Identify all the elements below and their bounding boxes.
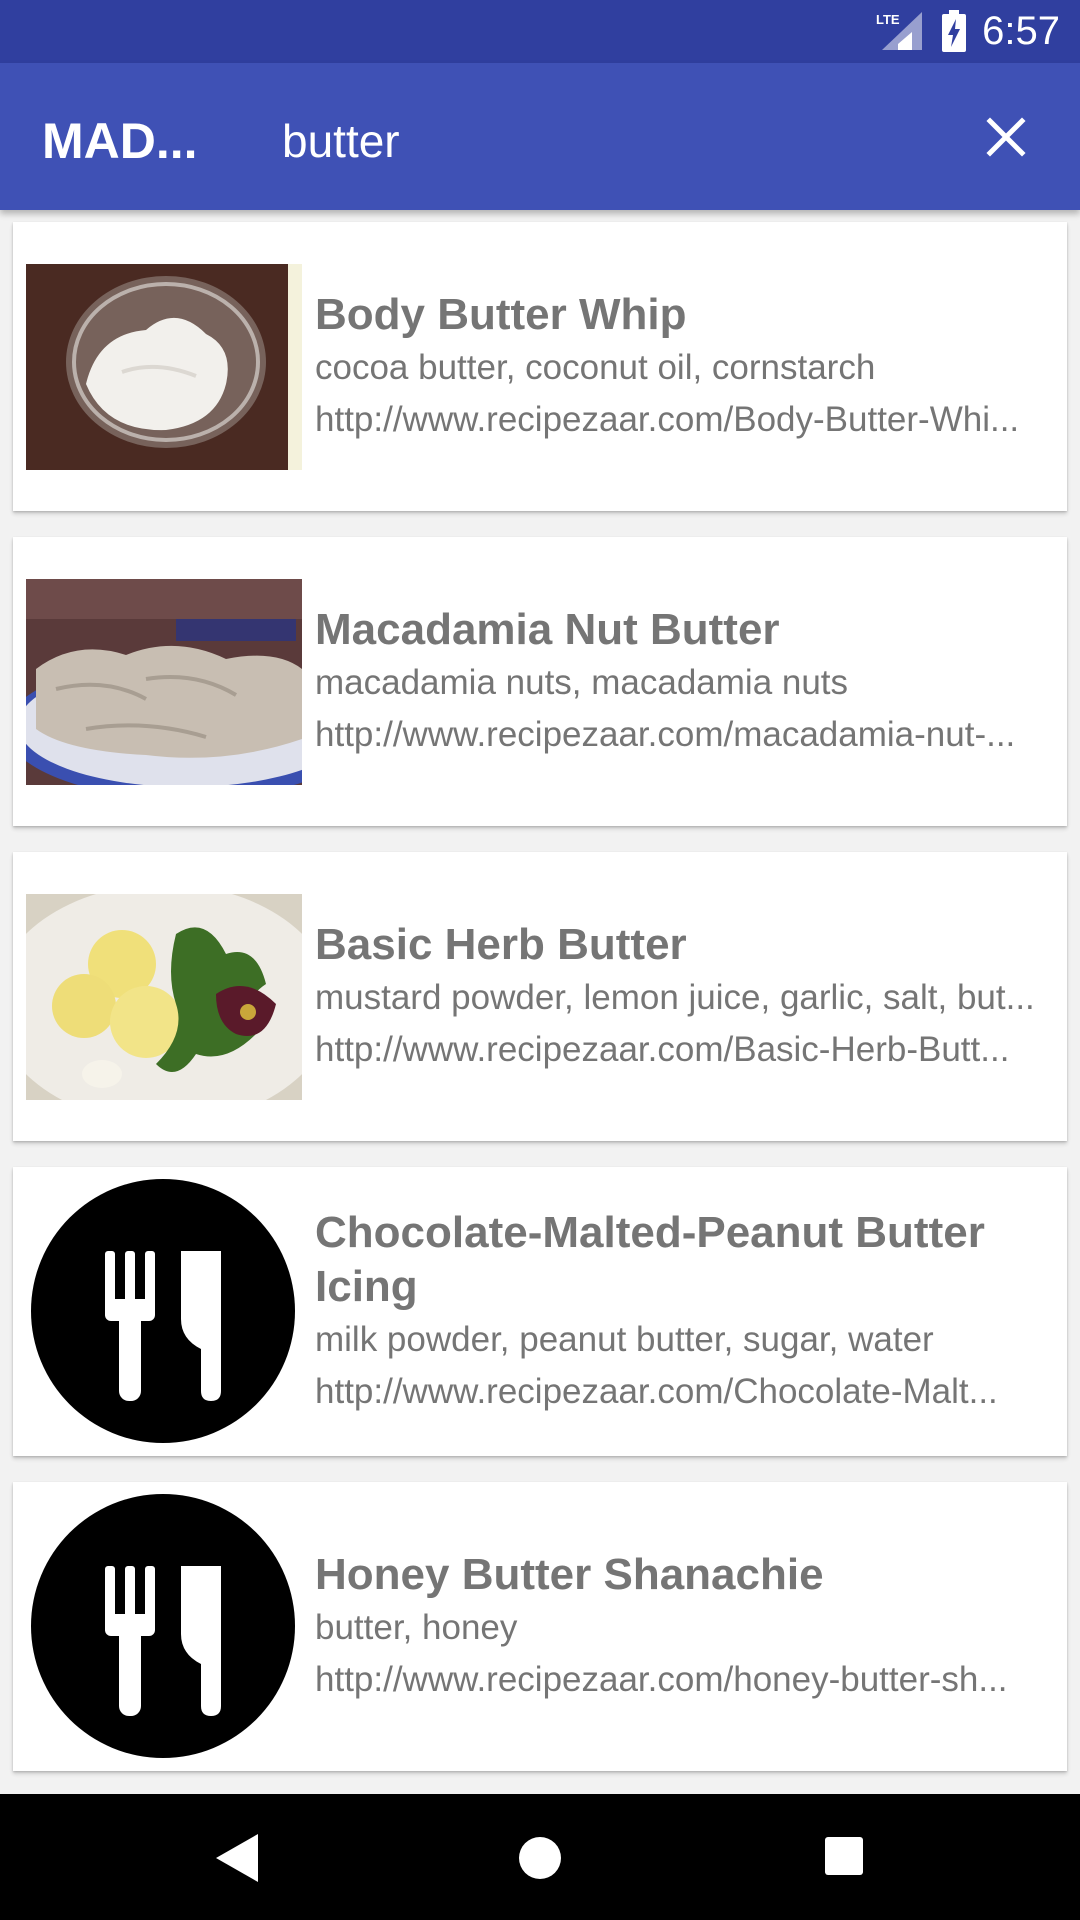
recipe-ingredients: butter, honey: [315, 1607, 518, 1647]
recipe-url[interactable]: http://www.recipezaar.com/Basic-Herb-But…: [315, 1024, 1055, 1076]
recipe-card[interactable]: Chocolate-Malted-Peanut Butter Icing mil…: [13, 1167, 1067, 1456]
battery-charging-icon: [942, 10, 966, 52]
recipe-url[interactable]: http://www.recipezaar.com/Body-Butter-Wh…: [315, 394, 1055, 446]
recipe-title: Honey Butter Shanachie: [315, 1549, 824, 1599]
recipe-text: Basic Herb Butter mustard powder, lemon …: [315, 852, 1055, 1141]
app-bar: MAD...: [0, 63, 1080, 210]
search-input[interactable]: [282, 105, 942, 177]
recipe-text: Chocolate-Malted-Peanut Butter Icing mil…: [315, 1167, 1055, 1456]
recipe-url[interactable]: http://www.recipezaar.com/macadamia-nut-…: [315, 709, 1055, 761]
recipe-card[interactable]: Honey Butter Shanachie butter, honey htt…: [13, 1482, 1067, 1771]
utensils-icon: [31, 1179, 295, 1443]
recipe-ingredients: milk powder, peanut butter, sugar, water: [315, 1319, 934, 1359]
recipe-title: Body Butter Whip: [315, 289, 687, 339]
recipe-url[interactable]: http://www.recipezaar.com/Chocolate-Malt…: [315, 1366, 1055, 1418]
recipe-thumbnail: [26, 264, 302, 470]
recents-icon[interactable]: [824, 1836, 864, 1876]
recipe-thumbnail: [26, 579, 302, 785]
recipe-title: Macadamia Nut Butter: [315, 604, 780, 654]
recipe-text: Honey Butter Shanachie butter, honey htt…: [315, 1482, 1055, 1771]
close-icon[interactable]: [976, 107, 1036, 167]
recipe-url[interactable]: http://www.recipezaar.com/honey-butter-s…: [315, 1654, 1055, 1706]
recipe-title: Basic Herb Butter: [315, 919, 687, 969]
recipe-card[interactable]: Body Butter Whip cocoa butter, coconut o…: [13, 222, 1067, 511]
lte-label: LTE: [876, 12, 900, 27]
lte-signal-icon: LTE: [876, 12, 922, 50]
recipe-title: Chocolate-Malted-Peanut Butter Icing: [315, 1207, 985, 1311]
home-icon[interactable]: [518, 1836, 562, 1880]
utensils-icon: [31, 1494, 295, 1758]
back-icon[interactable]: [210, 1830, 262, 1886]
recipe-thumbnail: [26, 894, 302, 1100]
recipe-ingredients: cocoa butter, coconut oil, cornstarch: [315, 347, 876, 387]
recipe-text: Body Butter Whip cocoa butter, coconut o…: [315, 222, 1055, 511]
recipe-ingredients: macadamia nuts, macadamia nuts: [315, 662, 849, 702]
status-bar: LTE 6:57: [0, 0, 1080, 63]
recipe-card[interactable]: Macadamia Nut Butter macadamia nuts, mac…: [13, 537, 1067, 826]
app-title: MAD...: [42, 113, 198, 169]
recipe-ingredients: mustard powder, lemon juice, garlic, sal…: [315, 977, 1035, 1017]
status-time: 6:57: [982, 9, 1060, 53]
recipe-text: Macadamia Nut Butter macadamia nuts, mac…: [315, 537, 1055, 826]
recipe-card[interactable]: Basic Herb Butter mustard powder, lemon …: [13, 852, 1067, 1141]
navigation-bar: [0, 1794, 1080, 1920]
results-list[interactable]: Body Butter Whip cocoa butter, coconut o…: [0, 210, 1080, 1794]
